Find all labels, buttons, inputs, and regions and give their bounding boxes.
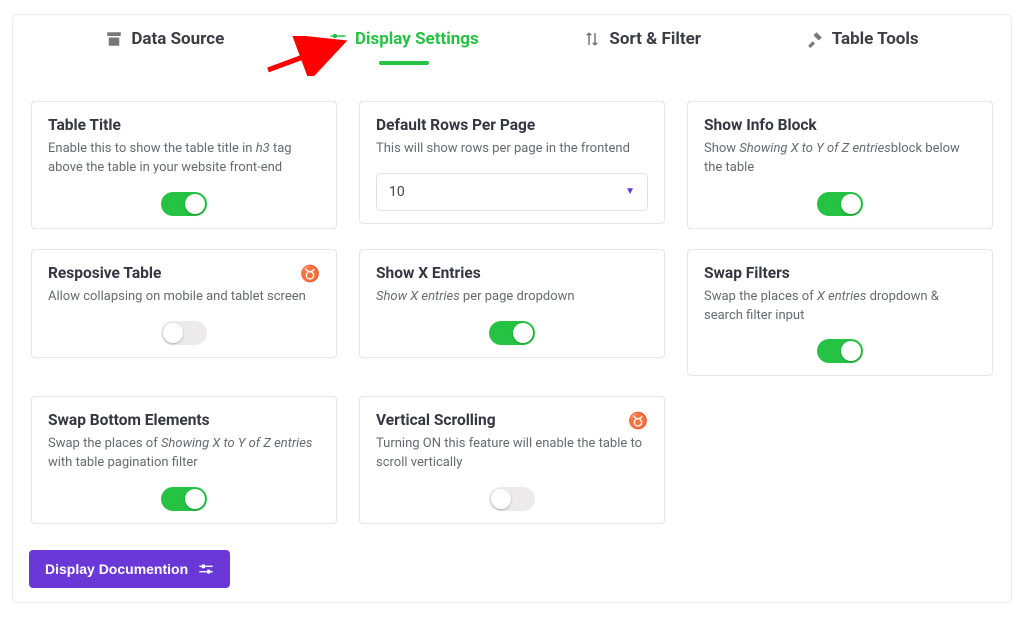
display-documentation-button[interactable]: Display Documention xyxy=(29,550,230,588)
sliders-icon xyxy=(198,561,214,577)
toggle-vertical-scrolling[interactable] xyxy=(489,487,535,511)
card-vertical-scrolling: Vertical Scrolling ♉ Turning ON this fea… xyxy=(359,396,665,524)
tabs: Data Source Display Settings Sort & Filt… xyxy=(13,15,1011,61)
card-swap-bottom: Swap Bottom Elements Swap the places of … xyxy=(31,396,337,524)
sliders-icon xyxy=(329,30,347,48)
toggle-table-title[interactable] xyxy=(161,192,207,216)
card-title: Vertical Scrolling xyxy=(376,411,496,429)
card-info-block: Show Info Block Show Showing X to Y of Z… xyxy=(687,101,993,229)
card-description: Swap the places of Showing X to Y of Z e… xyxy=(48,435,320,473)
toggle-responsive-table[interactable] xyxy=(161,321,207,345)
select-rows-per-page[interactable]: 10 ▼ xyxy=(376,173,648,211)
tab-sort-filter[interactable]: Sort & Filter xyxy=(583,29,701,49)
archive-icon xyxy=(105,30,123,48)
card-swap-filters: Swap Filters Swap the places of X entrie… xyxy=(687,249,993,377)
pro-badge-icon: ♉ xyxy=(300,264,320,283)
toggle-swap-bottom[interactable] xyxy=(161,487,207,511)
toggle-info-block[interactable] xyxy=(817,192,863,216)
select-value: 10 xyxy=(389,184,405,200)
card-responsive-table: Resposive Table ♉ Allow collapsing on mo… xyxy=(31,249,337,358)
card-title: Default Rows Per Page xyxy=(376,116,648,134)
tab-label: Sort & Filter xyxy=(609,29,701,49)
card-description: Allow collapsing on mobile and tablet sc… xyxy=(48,288,320,307)
card-description: Swap the places of X entries dropdown & … xyxy=(704,288,976,326)
settings-grid: Table Title Enable this to show the tabl… xyxy=(13,61,1011,530)
tools-icon xyxy=(806,30,824,48)
card-title: Swap Bottom Elements xyxy=(48,411,320,429)
footer-actions: Display Documention xyxy=(13,530,1011,588)
pro-badge-icon: ♉ xyxy=(628,411,648,430)
chevron-down-icon: ▼ xyxy=(625,186,635,197)
tab-data-source[interactable]: Data Source xyxy=(105,29,224,49)
toggle-swap-filters[interactable] xyxy=(817,339,863,363)
card-table-title: Table Title Enable this to show the tabl… xyxy=(31,101,337,229)
card-description: This will show rows per page in the fron… xyxy=(376,140,648,159)
card-title: Table Title xyxy=(48,116,320,134)
tab-display-settings[interactable]: Display Settings xyxy=(329,29,479,49)
card-title: Show Info Block xyxy=(704,116,976,134)
sort-icon xyxy=(583,30,601,48)
card-show-x-entries: Show X Entries Show X entries per page d… xyxy=(359,249,665,358)
card-description: Turning ON this feature will enable the … xyxy=(376,435,648,473)
button-label: Display Documention xyxy=(45,561,188,577)
card-description: Show X entries per page dropdown xyxy=(376,288,648,307)
card-rows-per-page: Default Rows Per Page This will show row… xyxy=(359,101,665,224)
tab-table-tools[interactable]: Table Tools xyxy=(806,29,919,49)
tab-label: Table Tools xyxy=(832,29,919,49)
settings-panel: Data Source Display Settings Sort & Filt… xyxy=(12,14,1012,603)
card-description: Show Showing X to Y of Z entriesblock be… xyxy=(704,140,976,178)
tab-label: Data Source xyxy=(131,29,224,49)
active-tab-underline xyxy=(379,61,429,65)
toggle-show-x-entries[interactable] xyxy=(489,321,535,345)
card-description: Enable this to show the table title in h… xyxy=(48,140,320,178)
card-title: Swap Filters xyxy=(704,264,976,282)
card-title: Show X Entries xyxy=(376,264,648,282)
card-title: Resposive Table xyxy=(48,264,161,282)
tab-label: Display Settings xyxy=(355,29,479,49)
